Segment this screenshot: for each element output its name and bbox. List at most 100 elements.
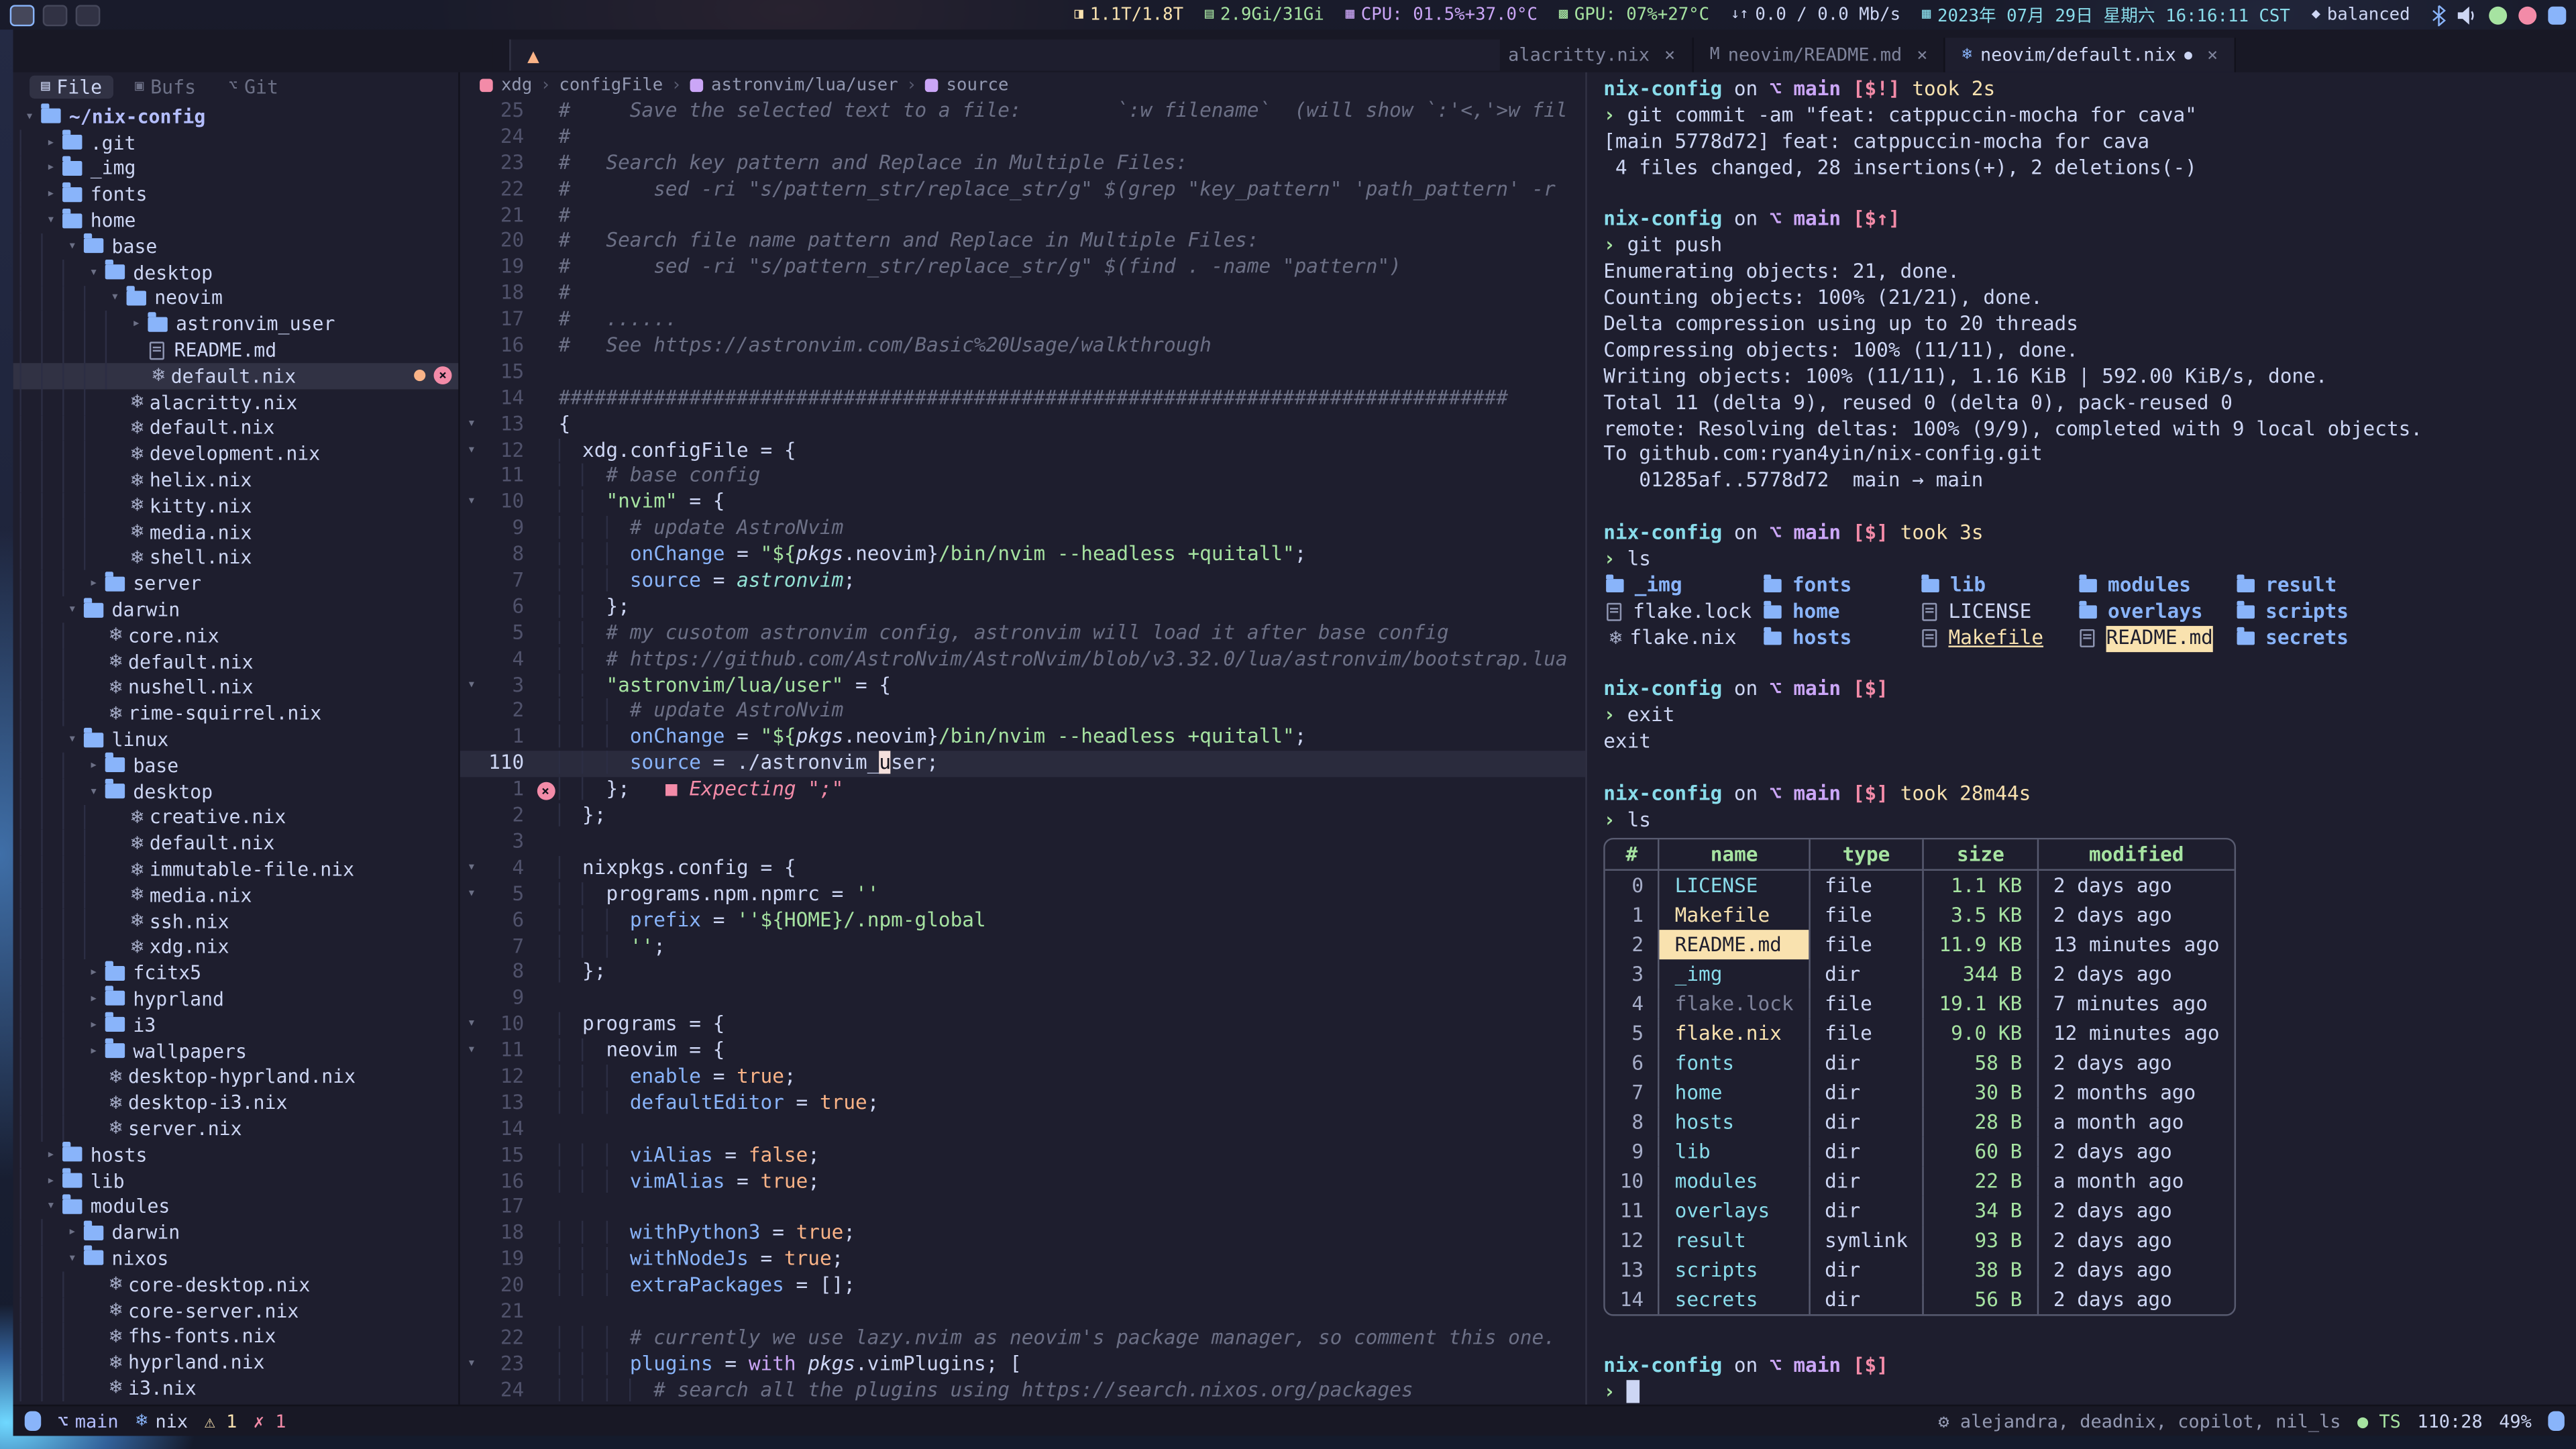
code-line[interactable]: 15 xyxy=(460,360,1586,386)
breadcrumb-item[interactable]: source xyxy=(947,76,1009,95)
code-line[interactable]: 25# Save the selected text to a file: `:… xyxy=(460,99,1586,125)
tree-item[interactable]: ❄default.nix xyxy=(13,649,459,675)
tree-item[interactable]: ▸fcitx5 xyxy=(13,960,459,986)
tree-item[interactable]: ▸hosts xyxy=(13,1142,459,1168)
code-line[interactable]: ▾23 plugins = with pkgs.vimPlugins; [ xyxy=(460,1352,1586,1378)
tree-item[interactable]: ▸base xyxy=(13,752,459,778)
git-branch[interactable]: ⌥main xyxy=(58,1410,119,1432)
tree-item[interactable]: ❄core-desktop.nix xyxy=(13,1271,459,1297)
tree-item[interactable]: ❄helix.nix xyxy=(13,467,459,493)
code-line[interactable]: 9 xyxy=(460,986,1586,1012)
workspace-3[interactable] xyxy=(76,4,101,25)
bluetooth-icon[interactable] xyxy=(2431,4,2446,25)
code-line[interactable]: ▾4 nixpkgs.config = { xyxy=(460,855,1586,881)
code-line[interactable]: 20# Search file name pattern and Replace… xyxy=(460,229,1586,256)
code-line[interactable]: 21# xyxy=(460,203,1586,229)
code-line[interactable]: 14 xyxy=(460,1117,1586,1143)
tree-item[interactable]: ▾darwin xyxy=(13,596,459,623)
code-line[interactable]: 18 withPython3 = true; xyxy=(460,1221,1586,1247)
workspace-2[interactable] xyxy=(43,4,68,25)
tree-item[interactable]: ❄rime-squirrel.nix xyxy=(13,700,459,727)
breadcrumb-item[interactable]: astronvim/lua/user xyxy=(711,76,898,95)
code-line[interactable]: 8 }; xyxy=(460,960,1586,986)
code-line[interactable]: 9 # update AstroNvim xyxy=(460,517,1586,543)
code-line[interactable]: 20 extraPackages = []; xyxy=(460,1273,1586,1299)
code-line[interactable]: 7 ''; xyxy=(460,934,1586,960)
power-icon[interactable] xyxy=(2548,6,2566,24)
editor-panel[interactable]: xdg›configFile›astronvim/lua/user›source… xyxy=(460,72,1586,1405)
code-line[interactable]: ▾13{ xyxy=(460,412,1586,438)
code-area[interactable]: 25# Save the selected text to a file: `:… xyxy=(460,99,1586,1405)
code-line[interactable]: 8 onChange = "${pkgs.neovim}/bin/nvim --… xyxy=(460,543,1586,569)
code-line[interactable]: 1× }; ■ Expecting ";" xyxy=(460,777,1586,804)
tree-item[interactable]: ▸.git xyxy=(13,129,459,156)
tree-item[interactable]: ❄creative.nix xyxy=(13,804,459,830)
tree-item[interactable]: ❄media.nix xyxy=(13,882,459,908)
tree-item[interactable]: ▸wallpapers xyxy=(13,1038,459,1064)
code-line[interactable]: 21 xyxy=(460,1299,1586,1326)
tree-item[interactable]: ▸darwin xyxy=(13,1220,459,1246)
tree-item[interactable]: ▾linux xyxy=(13,727,459,753)
code-line[interactable]: 18# xyxy=(460,281,1586,307)
workspace-1[interactable] xyxy=(10,4,35,25)
buffer-tab[interactable]: ❄neovim/default.nix●× xyxy=(1945,38,2236,72)
neotree-tab-file[interactable]: ▤File xyxy=(30,76,113,99)
tree-item[interactable]: ❄default.nix xyxy=(13,830,459,857)
buffer-tab[interactable]: ▲alacritty.nix× xyxy=(493,38,1694,72)
code-line[interactable]: ▾11 neovim = { xyxy=(460,1038,1586,1065)
tree-item[interactable]: ▾nixos xyxy=(13,1245,459,1271)
terminal-panel[interactable]: nix-config on ⌥ main [$!] took 2s› git c… xyxy=(1585,72,2576,1405)
code-line[interactable]: 16# See https://astronvim.com/Basic%20Us… xyxy=(460,333,1586,360)
volume-icon[interactable] xyxy=(2458,6,2477,24)
code-line[interactable]: 24 # search all the plugins using https:… xyxy=(460,1378,1586,1404)
tree-item[interactable]: ▸lib xyxy=(13,1167,459,1193)
code-line[interactable]: 1 onChange = "${pkgs.neovim}/bin/nvim --… xyxy=(460,725,1586,751)
tree-item[interactable]: ❄development.nix xyxy=(13,441,459,467)
tree-item[interactable]: ▾base xyxy=(13,233,459,260)
code-line[interactable]: 5 # my cusotom astronvim config, astronv… xyxy=(460,621,1586,647)
tree-item[interactable]: ▾~/nix-config xyxy=(13,103,459,129)
code-line[interactable]: 110 source = ./astronvim_user; xyxy=(460,751,1586,777)
code-line[interactable]: 12 enable = true; xyxy=(460,1065,1586,1091)
tree-item[interactable]: ▾home xyxy=(13,207,459,233)
code-line[interactable]: 13 defaultEditor = true; xyxy=(460,1091,1586,1117)
tree-item[interactable]: ▸hyprland xyxy=(13,986,459,1012)
tree-item[interactable]: ❄default.nix xyxy=(13,415,459,441)
tree-item[interactable]: ❄kitty.nix xyxy=(13,493,459,519)
code-line[interactable]: ▾10 programs = { xyxy=(460,1012,1586,1038)
code-line[interactable]: 2 # update AstroNvim xyxy=(460,699,1586,725)
tree-item[interactable]: ❄media.nix xyxy=(13,519,459,545)
code-line[interactable]: 2 }; xyxy=(460,804,1586,830)
buffer-tab[interactable]: Mneovim/README.md× xyxy=(1693,38,1945,72)
tree-item[interactable]: ❄core.nix xyxy=(13,623,459,649)
code-line[interactable]: 7 source = astronvim; xyxy=(460,568,1586,594)
tree-item[interactable]: ▾desktop xyxy=(13,778,459,804)
tree-item[interactable]: ❄fhs-fonts.nix xyxy=(13,1324,459,1350)
tree-item[interactable]: ❄hyprland.nix xyxy=(13,1349,459,1375)
neotree-tab-git[interactable]: ⌥Git xyxy=(217,76,290,99)
tree-item[interactable]: ❄shell.nix xyxy=(13,545,459,571)
code-line[interactable]: ▾12 xdg.configFile = { xyxy=(460,438,1586,464)
code-line[interactable]: 15 viAlias = false; xyxy=(460,1143,1586,1169)
tree-item[interactable]: ▾neovim xyxy=(13,285,459,311)
code-line[interactable]: 17# ...... xyxy=(460,307,1586,333)
code-line[interactable]: 14######################################… xyxy=(460,386,1586,412)
tree-item[interactable]: ❄desktop-i3.nix xyxy=(13,1089,459,1116)
code-line[interactable]: 17 xyxy=(460,1195,1586,1221)
tree-item[interactable]: ❄desktop-hyprland.nix xyxy=(13,1064,459,1090)
code-line[interactable]: 3 xyxy=(460,830,1586,856)
code-line[interactable]: 11 # base config xyxy=(460,464,1586,490)
code-line[interactable]: ▾3 "astronvim/lua/user" = { xyxy=(460,673,1586,699)
tree-item[interactable]: README.md xyxy=(13,337,459,363)
code-line[interactable]: 22 # currently we use lazy.nvim as neovi… xyxy=(460,1326,1586,1352)
tree-item[interactable]: ▸_img xyxy=(13,156,459,182)
code-line[interactable]: 16 vimAlias = true; xyxy=(460,1169,1586,1195)
tray-app-red-icon[interactable] xyxy=(2518,6,2536,24)
code-line[interactable]: 6 prefix = ''${HOME}/.npm-global xyxy=(460,908,1586,934)
code-line[interactable]: 19 withNodeJs = true; xyxy=(460,1247,1586,1273)
tree-item[interactable]: ▾desktop xyxy=(13,259,459,285)
code-line[interactable]: 22# sed -ri "s/pattern_str/replace_str/g… xyxy=(460,177,1586,203)
close-tab-button[interactable]: × xyxy=(1917,44,1927,66)
code-line[interactable]: 24# xyxy=(460,125,1586,151)
diagnostic-warnings[interactable]: ⚠ 1 xyxy=(205,1410,237,1432)
